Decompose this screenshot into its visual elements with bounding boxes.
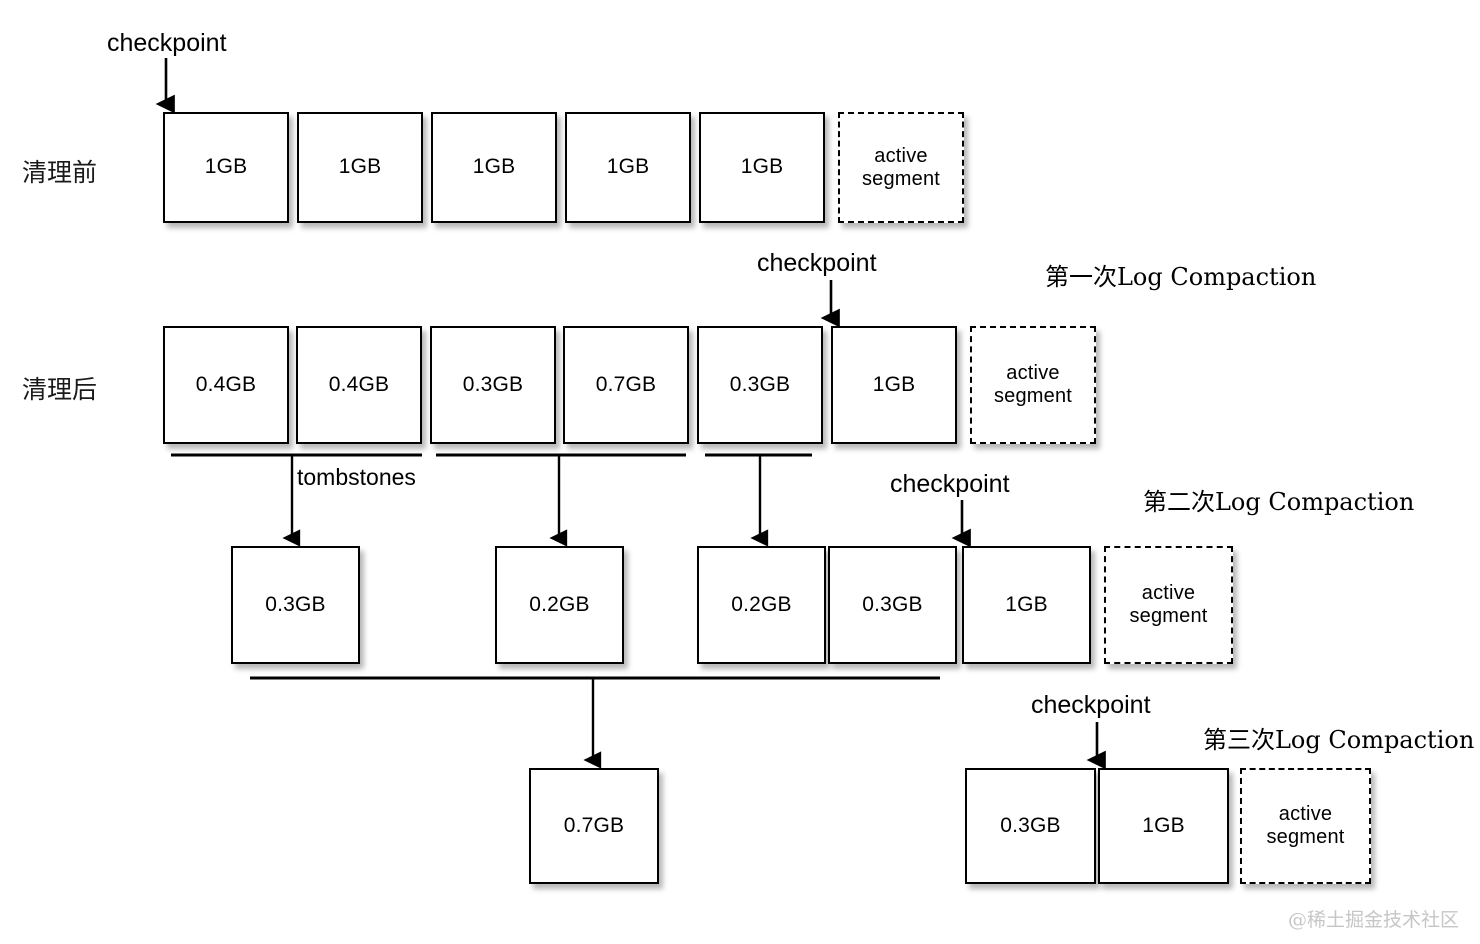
- active-segment-line-2: segment: [993, 385, 1073, 407]
- active-segment-line-2: segment: [1129, 605, 1208, 627]
- checkpoint-label-row3: checkpoint: [890, 470, 1010, 498]
- segment-box: 0.4GB: [296, 326, 422, 444]
- segment-box: 0.3GB: [965, 768, 1096, 884]
- segment-box: 1GB: [831, 326, 957, 444]
- active-segment-line-1: active: [1278, 803, 1333, 825]
- active-segment-line-1: active: [874, 144, 928, 167]
- compaction-label-third: 第三次Log Compaction: [1203, 726, 1475, 754]
- segment-box: 0.7GB: [529, 768, 659, 884]
- active-segment-line-1: active: [1141, 582, 1196, 604]
- active-segment-box: active segment: [1240, 768, 1371, 884]
- segment-box: 0.3GB: [828, 546, 957, 664]
- segment-box: 0.2GB: [697, 546, 826, 664]
- segment-box: 1GB: [431, 112, 557, 223]
- segment-box: 1GB: [565, 112, 691, 223]
- checkpoint-label-row2: checkpoint: [757, 249, 877, 277]
- compaction-label-first: 第一次Log Compaction: [1045, 263, 1317, 291]
- segment-box: 1GB: [163, 112, 289, 223]
- active-segment-line-1: active: [1006, 362, 1060, 384]
- diagram-canvas: 清理前 checkpoint 1GB 1GB 1GB 1GB 1GB activ…: [0, 0, 1480, 944]
- segment-box: 1GB: [1098, 768, 1229, 884]
- watermark: @稀土掘金技术社区: [1288, 909, 1460, 931]
- compaction-label-second: 第二次Log Compaction: [1143, 488, 1415, 516]
- segment-box: 0.3GB: [231, 546, 360, 664]
- active-segment-line-2: segment: [861, 167, 941, 190]
- segment-box: 1GB: [962, 546, 1091, 664]
- segment-box: 0.4GB: [163, 326, 289, 444]
- active-segment-box: active segment: [970, 326, 1096, 444]
- tombstones-label: tombstones: [297, 464, 416, 490]
- segment-box: 1GB: [297, 112, 423, 223]
- segment-box: 1GB: [699, 112, 825, 223]
- checkpoint-label-row4: checkpoint: [1031, 691, 1151, 719]
- active-segment-box: active segment: [838, 112, 964, 223]
- segment-box: 0.7GB: [563, 326, 689, 444]
- row-label-before-cleanup: 清理前: [22, 158, 98, 187]
- row-label-after-cleanup: 清理后: [22, 375, 98, 404]
- segment-box: 0.2GB: [495, 546, 624, 664]
- segment-box: 0.3GB: [430, 326, 556, 444]
- active-segment-line-2: segment: [1266, 826, 1345, 848]
- active-segment-box: active segment: [1104, 546, 1233, 664]
- segment-box: 0.3GB: [697, 326, 823, 444]
- checkpoint-label-row1: checkpoint: [107, 29, 227, 57]
